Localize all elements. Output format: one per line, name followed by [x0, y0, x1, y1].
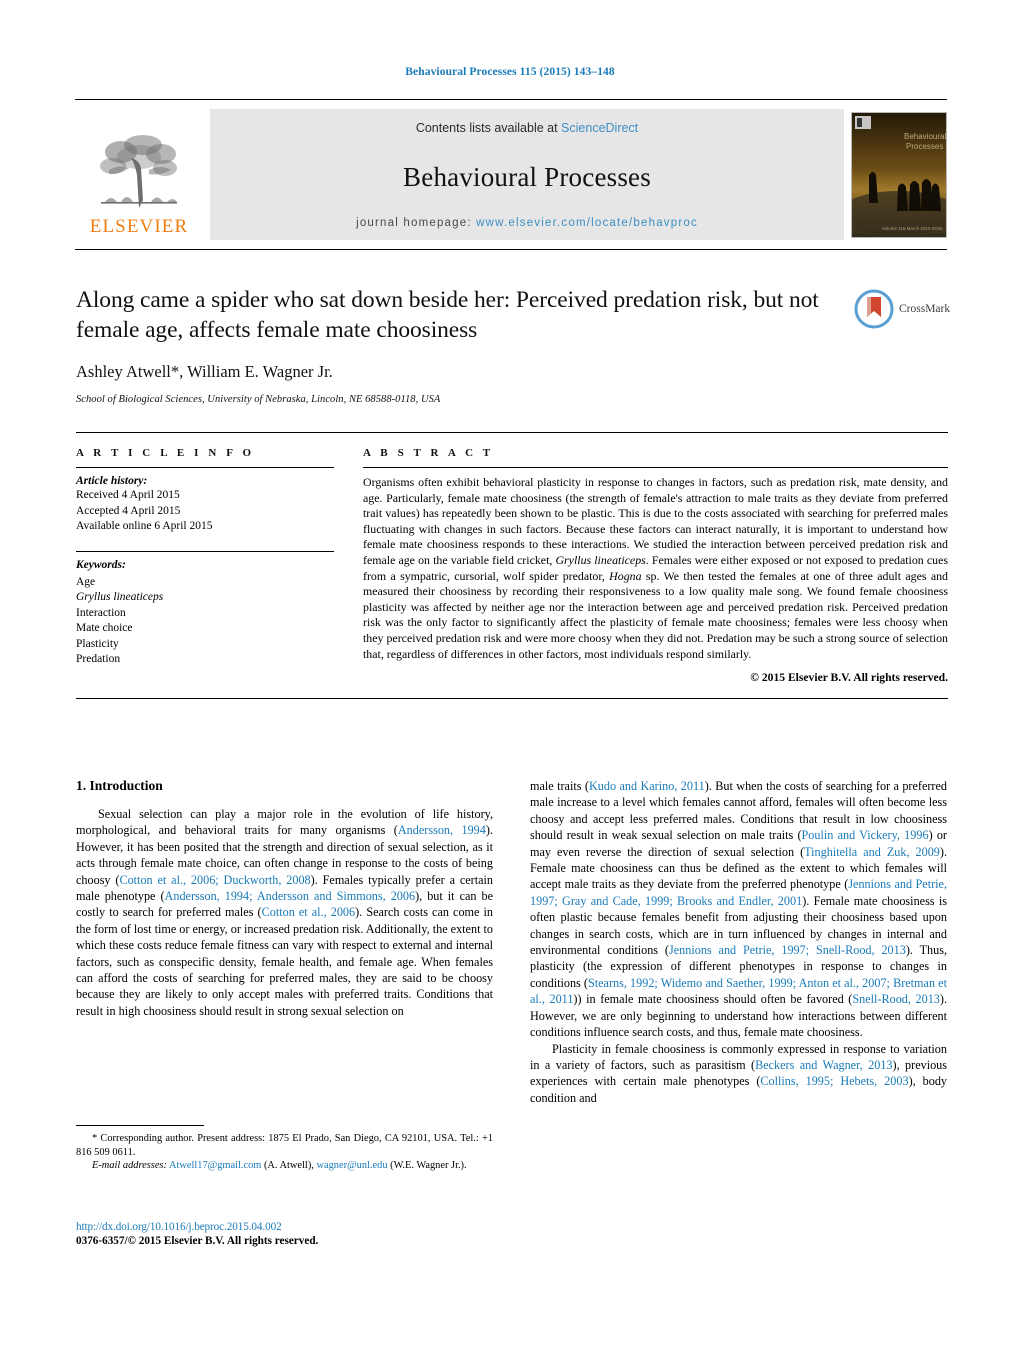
text-run: male traits ( — [530, 779, 589, 793]
abstract-column: A B S T R A C T Organisms often exhibit … — [358, 447, 948, 684]
copyright-line: © 2015 Elsevier B.V. All rights reserved… — [750, 671, 948, 685]
elsevier-tree-icon — [100, 135, 177, 208]
email-owner-1: (A. Atwell), — [261, 1160, 317, 1172]
section-heading-introduction: 1. Introduction — [76, 778, 163, 793]
journal-homepage-line: journal homepage: www.elsevier.com/locat… — [356, 217, 698, 229]
keyword-item: Predation — [76, 653, 121, 665]
affiliation: School of Biological Sciences, Universit… — [76, 394, 441, 405]
homepage-url-link[interactable]: www.elsevier.com/locate/behavproc — [476, 217, 698, 229]
abstract-rule — [363, 467, 948, 468]
abstract-text: Organisms often exhibit behavioral plast… — [363, 475, 948, 662]
citation-link[interactable]: Cotton et al., 2006 — [262, 905, 356, 919]
title-block: Along came a spider who sat down beside … — [76, 285, 846, 405]
email-addresses-note: E-mail addresses: Atwell17@gmail.com (A.… — [76, 1159, 493, 1173]
author-list: Ashley Atwell*, William E. Wagner Jr. — [76, 362, 846, 382]
species-name-gryllus: Gryllus lineaticeps — [555, 552, 646, 567]
citation-link[interactable]: Andersson, 1994 — [398, 823, 486, 837]
journal-title: Behavioural Processes — [403, 161, 651, 192]
email-owner-2: (W.E. Wagner Jr.). — [387, 1160, 467, 1172]
keywords-rule — [76, 550, 334, 552]
keyword-item: Interaction — [76, 606, 126, 619]
author-names: Ashley Atwell*, William E. Wagner Jr. — [76, 362, 333, 381]
keyword-item: Mate choice — [76, 622, 133, 634]
text-run: ). Search costs can come in the form of … — [76, 905, 493, 1018]
email-addresses-label: E-mail addresses: — [92, 1160, 167, 1172]
footnote-rule — [76, 1125, 204, 1126]
article-info-rule — [76, 467, 334, 468]
citation-link[interactable]: Andersson, 1994; Andersson and Simmons, … — [165, 889, 416, 903]
intro-paragraph-left: Sexual selection can play a major role i… — [76, 806, 493, 1019]
email-link-wagner[interactable]: wagner@unl.edu — [316, 1160, 387, 1171]
citation-link[interactable]: Tinghitella and Zuk, 2009 — [804, 845, 940, 859]
crossmark-label: CrossMark — [899, 303, 951, 315]
journal-article-page: Behavioural Processes 115 (2015) 143–148 — [0, 0, 1020, 1351]
page-title: Along came a spider who sat down beside … — [76, 287, 819, 343]
keyword-item: Plasticity — [76, 637, 119, 650]
info-abstract-band: A R T I C L E I N F O Article history: R… — [76, 432, 948, 700]
journal-cover-image: Behavioural Processes Volume 115 March 2… — [852, 112, 946, 237]
crossmark-badge[interactable]: CrossMark — [854, 287, 958, 331]
history-accepted: Accepted 4 April 2015 — [76, 504, 181, 517]
elsevier-logo: ELSEVIER — [75, 109, 203, 240]
journal-masthead: ELSEVIER Contents lists available at Sci… — [75, 99, 947, 250]
svg-text:Processes: Processes — [906, 142, 943, 151]
right-column: male traits (Kudo and Karino, 2011). But… — [530, 778, 947, 1106]
doi-link[interactable]: http://dx.doi.org/10.1016/j.beproc.2015.… — [76, 1221, 506, 1233]
left-column: 1. Introduction Sexual selection can pla… — [76, 778, 493, 1106]
citation-link[interactable]: Jennions and Petrie, 1997; Snell-Rood, 2… — [669, 943, 906, 957]
citation-link[interactable]: Cotton et al., 2006; Duckworth, 2008 — [119, 873, 310, 887]
citation-link[interactable]: Snell-Rood, 2013 — [852, 992, 940, 1006]
homepage-prefix: journal homepage: — [356, 217, 477, 229]
issn-copyright-line: 0376-6357/© 2015 Elsevier B.V. All right… — [76, 1235, 319, 1247]
citation-link[interactable]: Poulin and Vickery, 1996 — [802, 828, 929, 842]
journal-band: Contents lists available at ScienceDirec… — [210, 109, 844, 240]
footnote-area: * Corresponding author. Present address:… — [76, 1125, 493, 1173]
crossmark-icon — [854, 289, 894, 329]
journal-cover-thumbnail[interactable]: Behavioural Processes Volume 115 March 2… — [851, 111, 947, 238]
citation-link[interactable]: Collins, 1995; Hebets, 2003 — [760, 1074, 908, 1088]
abstract-heading: A B S T R A C T — [363, 447, 494, 459]
intro-paragraph-right-2: Plasticity in female choosiness is commo… — [530, 1041, 947, 1107]
keyword-item: Age — [76, 575, 96, 588]
email-link-atwell[interactable]: Atwell17@gmail.com — [169, 1160, 261, 1171]
history-available-online: Available online 6 April 2015 — [76, 520, 213, 532]
article-history-label: Article history: — [76, 475, 148, 487]
species-name-hogna: Hogna — [609, 568, 642, 583]
doi-block: http://dx.doi.org/10.1016/j.beproc.2015.… — [76, 1221, 506, 1247]
contents-available-line: Contents lists available at ScienceDirec… — [416, 121, 638, 135]
text-run: )) in female mate choosiness should ofte… — [573, 992, 853, 1007]
citation-link[interactable]: Kudo and Karino, 2011 — [589, 779, 705, 793]
keywords-label: Keywords: — [76, 558, 126, 571]
svg-text:Volume 115 March 2015 ISSN: Volume 115 March 2015 ISSN — [882, 226, 942, 231]
keywords-list: Age Gryllus lineaticeps Interaction Mate… — [76, 575, 334, 668]
citation-link[interactable]: Beckers and Wagner, 2013 — [755, 1058, 892, 1072]
corresponding-author-note: * Corresponding author. Present address:… — [76, 1133, 493, 1158]
history-received: Received 4 April 2015 — [76, 489, 180, 501]
sciencedirect-link[interactable]: ScienceDirect — [561, 121, 638, 135]
elsevier-wordmark: ELSEVIER — [89, 216, 189, 237]
running-head: Behavioural Processes 115 (2015) 143–148 — [405, 66, 615, 78]
article-info-heading: A R T I C L E I N F O — [76, 447, 255, 459]
intro-paragraph-right-1: male traits (Kudo and Karino, 2011). But… — [530, 778, 947, 1041]
contents-prefix: Contents lists available at — [415, 121, 562, 135]
article-info-column: A R T I C L E I N F O Article history: R… — [76, 447, 358, 684]
keyword-item: Gryllus lineaticeps — [76, 591, 164, 603]
body-columns: 1. Introduction Sexual selection can pla… — [76, 778, 948, 1106]
svg-text:Behavioural: Behavioural — [904, 132, 946, 141]
